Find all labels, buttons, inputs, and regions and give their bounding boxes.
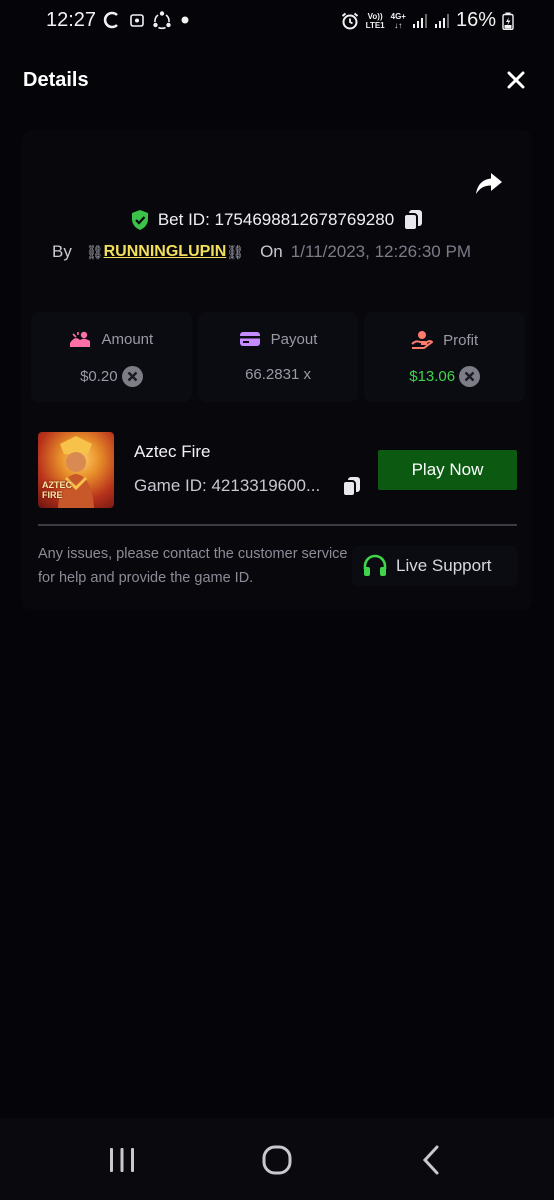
bet-id-row: Bet ID: 1754698812678769280 [0,208,554,232]
amount-label: Amount [101,330,154,348]
system-nav-bar [0,1118,554,1200]
home-button[interactable] [247,1140,307,1180]
game-name: Aztec Fire [134,442,211,461]
on-label: On [260,242,283,261]
shield-check-icon [131,210,148,230]
status-right-icons: Vo)) LTE1 4G+ ↓↑ 16% [340,9,514,32]
sync-icon [103,11,118,29]
signal-icon-1 [412,13,427,28]
recents-icon [110,1148,134,1172]
live-support-label: Live Support [396,556,492,575]
data-arrows-icon: ↓↑ [394,20,403,30]
username-link[interactable]: RUNNINGLUPIN [104,243,227,261]
status-time: 12:27 [46,9,97,31]
recents-button[interactable] [92,1140,152,1180]
game-thumb-title: AZTEC FIRE [42,480,72,500]
bet-date: 1/11/2023, 12:26:30 PM [290,242,471,261]
hand-heart-icon [411,331,434,349]
by-label: By [52,242,72,261]
thumb-line-2: FIRE [42,490,63,500]
close-icon[interactable] [504,68,528,92]
stat-amount-head: Amount [31,330,192,348]
network-4g: 4G+ ↓↑ [391,12,406,30]
bet-owner-row: By ⛓ RUNNINGLUPIN ⛓ On 1/11/2023, 12:26:… [52,242,512,262]
back-icon [422,1145,439,1175]
details-screen: 12:27 Vo)) LTE1 4G+ ↓↑ 16% Details Bet I… [0,0,554,1200]
network-type-label: 4G+ [390,11,406,21]
stat-amount-value: $0.20 [31,366,192,387]
share-circle-icon [153,11,171,30]
network-volte: Vo)) LTE1 [366,12,385,30]
chain-right-icon: ⛓ [226,243,245,260]
stat-profit-value: $13.06 [364,366,525,387]
back-button[interactable] [402,1140,462,1180]
stat-payout: Payout 66.2831 x [197,312,359,402]
status-left-icons [102,10,190,30]
bet-stats: Amount $0.20 Payout 66.2831 x Profit $13… [28,312,528,402]
bet-id: Bet ID: 1754698812678769280 [157,210,395,229]
play-now-button[interactable]: Play Now [378,450,517,490]
battery-icon [502,12,514,30]
dot-icon [181,16,189,24]
payout-value: 66.2831 x [245,366,311,383]
app-icon [130,14,144,27]
coin-x-icon [121,366,143,387]
game-thumbnail[interactable]: AZTEC FIRE [38,432,114,508]
battery-percent: 16% [455,9,496,31]
copy-icon[interactable] [402,208,424,232]
profit-label: Profit [443,331,479,349]
page-title: Details [23,69,89,91]
divider [38,524,517,526]
details-header: Details [0,58,554,102]
amount-icon [70,331,91,347]
card-icon [239,332,260,346]
home-icon [262,1145,292,1175]
amount-value: $0.20 [80,368,118,385]
volte-label: Vo)) [367,11,383,21]
coin-x-icon [459,366,481,387]
live-support-button[interactable]: Live Support [352,546,518,586]
stat-amount: Amount $0.20 [31,312,192,402]
share-icon[interactable] [474,170,504,198]
signal-icon-2 [434,13,449,28]
stat-profit: Profit $13.06 [364,312,526,402]
stat-payout-value: 66.2831 x [198,366,359,383]
lte-label: LTE1 [365,20,385,30]
chain-left-icon: ⛓ [85,243,104,260]
payout-label: Payout [270,330,318,348]
stat-payout-head: Payout [198,330,359,348]
alarm-icon [341,12,358,29]
thumb-line-1: AZTEC [42,480,72,490]
game-row: AZTEC FIRE Aztec Fire Game ID: 421331960… [38,432,518,508]
copy-game-id-icon[interactable] [342,476,362,498]
stat-profit-head: Profit [364,330,525,350]
support-note: Any issues, please contact the customer … [38,546,348,586]
status-bar: 12:27 Vo)) LTE1 4G+ ↓↑ 16% [0,0,554,44]
profit-value: $13.06 [409,368,456,385]
game-id: Game ID: 4213319600... [134,476,321,495]
headset-icon [363,554,387,576]
